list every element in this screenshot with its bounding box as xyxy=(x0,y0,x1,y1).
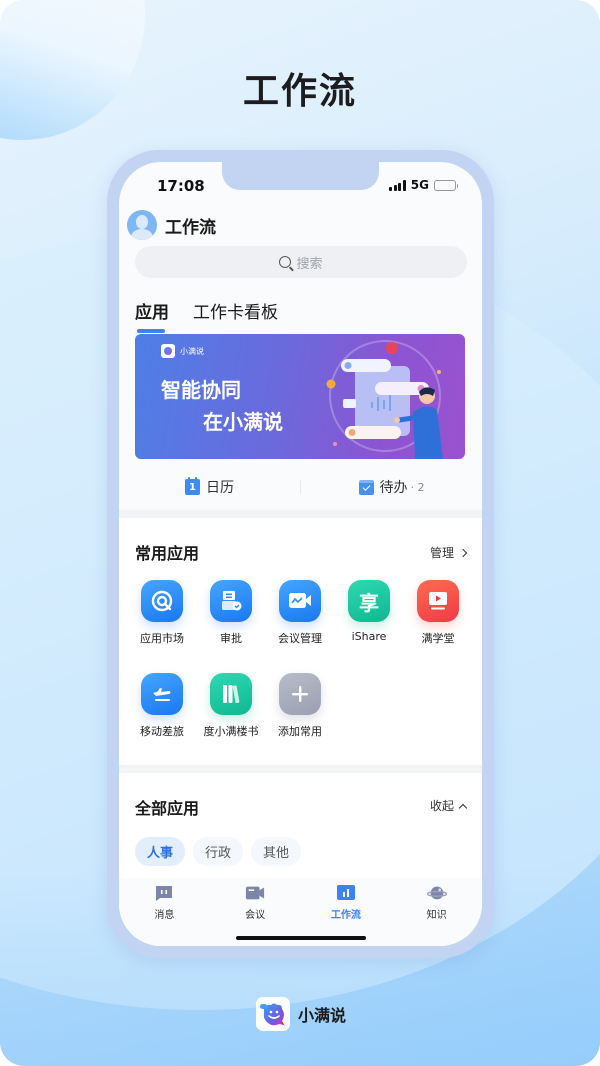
message-icon xyxy=(156,886,173,901)
all-apps-section: 全部应用 收起 人事 行政 其他 xyxy=(119,773,482,878)
page-title: 工作流 xyxy=(165,217,216,238)
banner-headline: 智能协同 xyxy=(161,378,241,402)
search-placeholder: 搜索 xyxy=(296,256,323,272)
brand-logo-icon xyxy=(256,997,290,1031)
todo-label: 待办 xyxy=(379,480,408,496)
chip-admin[interactable]: 行政 xyxy=(193,837,244,866)
collapse-button[interactable]: 收起 xyxy=(429,797,468,814)
meeting-manage-icon xyxy=(279,580,321,622)
category-chips: 人事 行政 其他 xyxy=(135,837,302,866)
user-avatar-icon[interactable] xyxy=(127,210,157,240)
app-label: 满学堂 xyxy=(421,632,455,645)
quick-links: 1 日历 待办 · 2 xyxy=(119,467,482,507)
chip-other[interactable]: 其他 xyxy=(251,837,302,866)
chevron-up-icon xyxy=(458,803,468,812)
app-label: 度小满楼书 xyxy=(203,725,259,738)
promo-banner[interactable]: 小满说 智能协同 在小满说 xyxy=(135,334,465,459)
tabbar-item-messages[interactable]: 消息 xyxy=(119,878,210,946)
app-label: 移动差旅 xyxy=(140,725,184,738)
app-approval[interactable]: 审批 xyxy=(196,580,266,646)
app-market[interactable]: 应用市场 xyxy=(127,580,197,646)
collapse-label: 收起 xyxy=(429,799,454,813)
common-apps-title: 常用应用 xyxy=(135,544,200,563)
brand-name: 小满说 xyxy=(298,1006,347,1025)
app-meeting-manage[interactable]: 会议管理 xyxy=(265,580,335,646)
search-icon xyxy=(279,256,292,268)
todo-count-badge: · 2 xyxy=(410,480,425,494)
phone-notch xyxy=(222,162,379,190)
quick-link-calendar[interactable]: 1 日历 xyxy=(119,477,300,497)
meeting-camera-icon xyxy=(246,886,265,900)
banner-brand: 小满说 xyxy=(161,344,204,358)
app-market-icon xyxy=(141,580,183,622)
signal-icon xyxy=(389,179,406,191)
brand-logo-icon xyxy=(161,344,175,358)
app-property-books[interactable]: 度小满楼书 xyxy=(196,673,266,739)
approval-icon xyxy=(210,580,252,622)
manage-button[interactable]: 管理 xyxy=(429,544,468,561)
app-label: iShare xyxy=(351,630,387,643)
calendar-icon: 1 xyxy=(185,477,200,495)
page-header: 工作流 xyxy=(127,210,216,240)
quick-link-todo[interactable]: 待办 · 2 xyxy=(301,477,482,497)
calendar-label: 日历 xyxy=(206,480,234,496)
battery-icon xyxy=(434,179,458,191)
network-label: 5G xyxy=(410,178,429,192)
books-icon xyxy=(210,673,252,715)
tabbar-label: 会议 xyxy=(245,910,266,921)
banner-illustration-icon xyxy=(326,340,443,459)
app-label: 会议管理 xyxy=(278,632,322,645)
status-indicators: 5G xyxy=(389,178,458,192)
app-man-class[interactable]: 满学堂 xyxy=(403,580,473,646)
app-mobile-travel[interactable]: 移动差旅 xyxy=(127,673,197,739)
status-time: 17:08 xyxy=(157,177,205,195)
all-apps-title: 全部应用 xyxy=(135,799,200,818)
manage-label: 管理 xyxy=(429,546,454,560)
tabbar-label: 消息 xyxy=(154,910,175,921)
tab-apps[interactable]: 应用 xyxy=(135,298,169,333)
chip-hr[interactable]: 人事 xyxy=(135,837,186,866)
banner-subheadline: 在小满说 xyxy=(203,410,283,434)
banner-brand-name: 小满说 xyxy=(180,346,204,356)
brand-footer: 小满说 xyxy=(256,997,346,1031)
plus-icon xyxy=(279,673,321,715)
ishare-glyph: 享 xyxy=(359,590,379,615)
section-divider xyxy=(119,765,482,773)
phone-screen: 17:08 5G 工作流 搜索 应用 工作卡看板 小满说 智能协同 在小满说 1… xyxy=(119,162,482,946)
app-label: 审批 xyxy=(220,632,242,645)
chevron-right-icon xyxy=(458,548,468,557)
promo-headline: 工作流 xyxy=(242,71,357,112)
common-apps-section: 常用应用 管理 应用市场 审批 会议管理 享 iShare 满学堂 移动差旅 度… xyxy=(119,518,482,765)
phone-frame: 17:08 5G 工作流 搜索 应用 工作卡看板 小满说 智能协同 在小满说 1… xyxy=(107,150,494,958)
tab-bar-top: 应用 工作卡看板 xyxy=(135,298,278,333)
search-input[interactable]: 搜索 xyxy=(135,246,467,278)
tab-work-card-board[interactable]: 工作卡看板 xyxy=(193,298,278,333)
section-divider xyxy=(119,510,482,518)
workflow-chart-icon xyxy=(336,885,355,900)
tabbar-label: 知识 xyxy=(426,910,447,921)
video-class-icon xyxy=(417,580,459,622)
app-label: 应用市场 xyxy=(140,632,184,645)
tabbar-label: 工作流 xyxy=(330,910,361,921)
planet-knowledge-icon xyxy=(426,886,447,900)
airplane-icon xyxy=(141,673,183,715)
todo-check-icon xyxy=(358,479,374,495)
app-ishare[interactable]: 享 iShare xyxy=(334,580,404,643)
home-indicator[interactable] xyxy=(236,936,366,940)
ishare-icon: 享 xyxy=(348,580,390,622)
app-label: 添加常用 xyxy=(278,725,322,738)
app-add-common[interactable]: 添加常用 xyxy=(265,673,335,739)
tabbar-item-knowledge[interactable]: 知识 xyxy=(391,878,482,946)
